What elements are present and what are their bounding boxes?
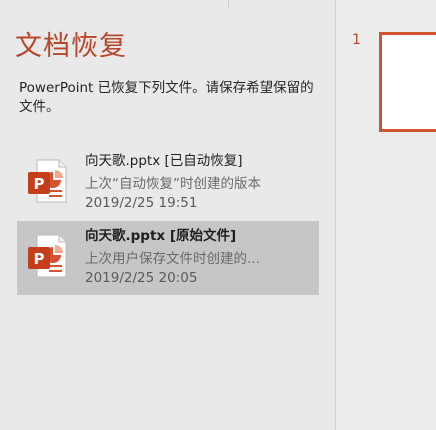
file-name: 向天歌.pptx [已自动恢复] <box>85 153 243 169</box>
slide-number: 1 <box>352 32 361 48</box>
svg-text:P: P <box>34 175 45 193</box>
powerpoint-file-icon: P <box>28 234 67 278</box>
recovered-file-item-autosaved[interactable]: P 向天歌.pptx [已自动恢复] 上次“自动恢复”时创建的版本 2019/2… <box>17 146 319 220</box>
file-timestamp: 2019/2/25 20:05 <box>85 270 198 286</box>
slide-thumbnail[interactable] <box>379 32 436 132</box>
slide-thumbnail-pane: 1 <box>336 0 436 430</box>
pane-title: 文档恢复 <box>15 31 127 62</box>
pane-divider-tick <box>228 0 229 8</box>
file-note: 上次用户保存文件时创建的... <box>85 251 260 267</box>
document-recovery-pane: 文档恢复 PowerPoint 已恢复下列文件。请保存希望保留的文件。 P 向天… <box>0 0 335 430</box>
svg-text:P: P <box>34 250 45 268</box>
file-note: 上次“自动恢复”时创建的版本 <box>85 176 261 192</box>
powerpoint-file-icon: P <box>28 159 67 203</box>
recovered-file-item-original[interactable]: P 向天歌.pptx [原始文件] 上次用户保存文件时创建的... 2019/2… <box>17 221 319 295</box>
pane-description: PowerPoint 已恢复下列文件。请保存希望保留的文件。 <box>19 80 314 115</box>
file-name: 向天歌.pptx [原始文件] <box>85 228 237 244</box>
file-timestamp: 2019/2/25 19:51 <box>85 195 198 211</box>
